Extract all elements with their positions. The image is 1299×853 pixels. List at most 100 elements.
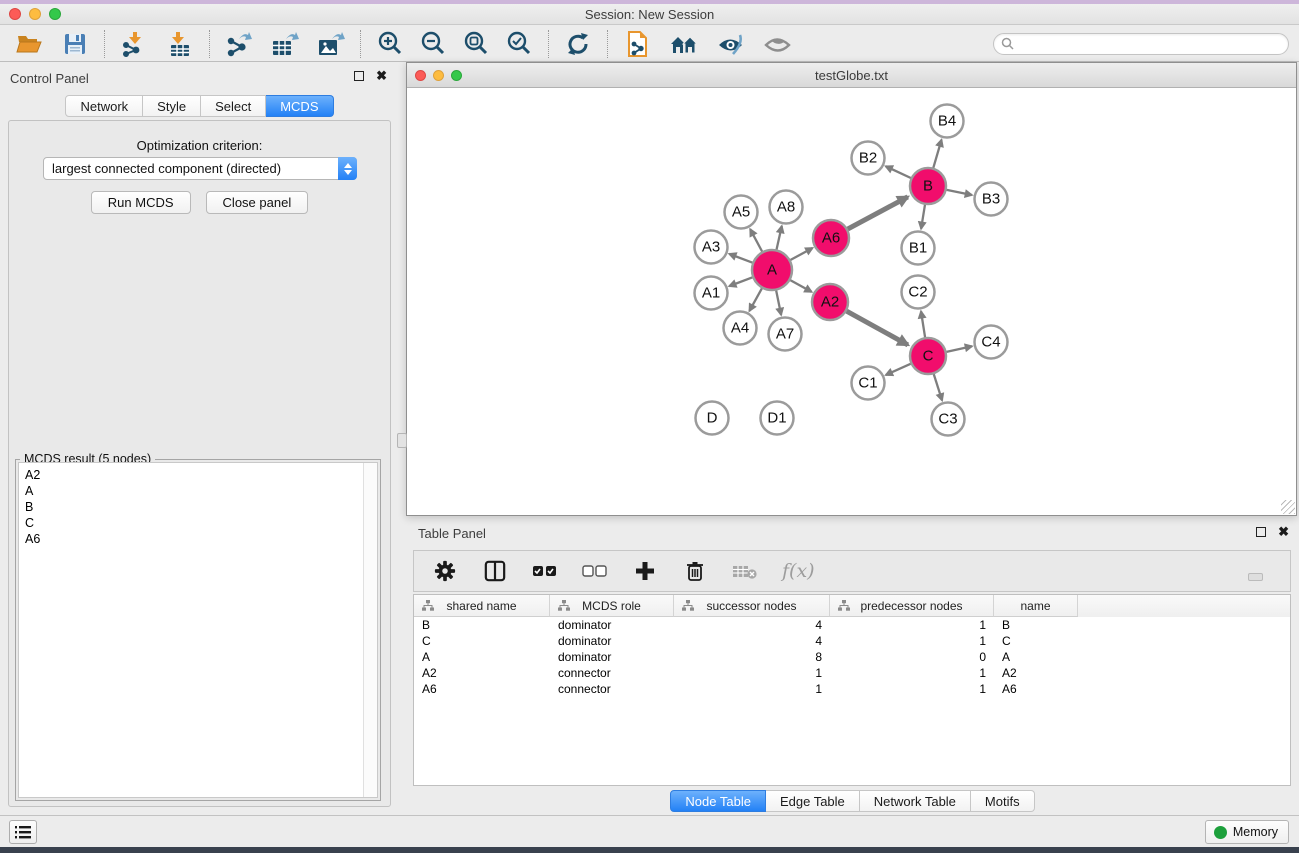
network-window-titlebar[interactable]: testGlobe.txt [407,63,1296,88]
graph-node-B2[interactable]: B2 [852,142,885,175]
search-field[interactable] [993,33,1289,55]
table-settings-gear-icon[interactable] [432,558,458,584]
table-row[interactable]: B dominator 4 1 B [414,617,1290,633]
horizontal-splitter-handle[interactable] [1248,573,1263,581]
graph-node-A3[interactable]: A3 [695,231,728,264]
graph-node-A7[interactable]: A7 [769,318,802,351]
graph-edge-C-C4[interactable] [944,346,972,352]
graph-edge-A-A6[interactable] [788,248,813,261]
vertical-splitter-handle[interactable] [397,433,407,448]
graph-node-C4[interactable]: C4 [975,326,1008,359]
export-table-icon[interactable] [270,29,300,59]
graph-node-A2[interactable]: A2 [812,284,848,320]
select-all-icon[interactable] [532,558,558,584]
show-columns-icon[interactable] [482,558,508,584]
graph-node-C1[interactable]: C1 [852,367,885,400]
float-table-panel-icon[interactable] [1256,527,1266,537]
graph-edge-A-A4[interactable] [749,286,763,311]
tab-node-table[interactable]: Node Table [670,790,766,812]
mcds-result-item[interactable]: A [25,483,363,499]
tab-motifs[interactable]: Motifs [971,790,1035,812]
mcds-result-item[interactable]: A6 [25,531,363,547]
delete-column-icon[interactable] [682,558,708,584]
table-row[interactable]: A dominator 8 0 A [414,649,1290,665]
graph-node-C2[interactable]: C2 [902,276,935,309]
graph-edge-B-B1[interactable] [921,202,925,229]
graph-node-A8[interactable]: A8 [770,191,803,224]
graph-edge-C-C2[interactable] [921,311,926,340]
run-mcds-button[interactable]: Run MCDS [91,191,191,214]
graph-edge-B-B3[interactable] [944,189,972,195]
table-row[interactable]: C dominator 4 1 C [414,633,1290,649]
import-table-icon[interactable] [165,29,195,59]
search-input[interactable] [1018,37,1288,51]
add-column-icon[interactable] [632,558,658,584]
graph-edge-A-A8[interactable] [776,226,782,252]
show-all-icon[interactable] [763,29,793,59]
graph-edge-B-B2[interactable] [886,166,914,179]
open-session-icon[interactable] [14,29,44,59]
optimization-criterion-select[interactable]: largest connected component (directed) [43,157,357,180]
close-panel-icon[interactable]: ✖ [376,71,387,81]
column-header-successor-nodes[interactable]: successor nodes [674,595,830,617]
close-table-panel-icon[interactable]: ✖ [1278,527,1289,537]
network-canvas[interactable]: B4 B2 B B3 A5 A8 A6 A3 B1 A A1 C2 A2 A4 A7 C4 C C1 C3 D D1 [407,89,1296,515]
task-history-button[interactable] [9,820,37,844]
column-header-predecessor-nodes[interactable]: predecessor nodes [830,595,994,617]
list-scrollbar[interactable] [363,463,377,797]
table-row[interactable]: A6 connector 1 1 A6 [414,681,1290,697]
graph-node-A6[interactable]: A6 [813,220,849,256]
tab-network[interactable]: Network [65,95,143,117]
memory-button[interactable]: Memory [1205,820,1289,844]
graph-node-C3[interactable]: C3 [932,403,965,436]
column-header-name[interactable]: name [994,595,1078,617]
graph-edge-A6-B[interactable] [845,197,908,231]
graph-edge-A-A2[interactable] [788,279,812,292]
table-row[interactable]: A2 connector 1 1 A2 [414,665,1290,681]
graph-node-B4[interactable]: B4 [931,105,964,138]
network-file-icon[interactable] [622,29,652,59]
graph-node-D1[interactable]: D1 [761,402,794,435]
graph-node-A1[interactable]: A1 [695,277,728,310]
graph-edge-A2-C[interactable] [844,310,908,345]
import-network-icon[interactable] [119,29,149,59]
graph-node-B[interactable]: B [910,168,946,204]
hide-selected-icon[interactable] [716,29,746,59]
tab-edge-table[interactable]: Edge Table [766,790,860,812]
graph-edge-C-C3[interactable] [933,371,942,400]
first-neighbors-icon[interactable] [669,29,699,59]
column-header-mcds-role[interactable]: MCDS role [550,595,674,617]
graph-edge-C-C1[interactable] [886,363,914,375]
zoom-selected-icon[interactable] [504,29,534,59]
graph-node-A5[interactable]: A5 [725,196,758,229]
graph-edge-B-B4[interactable] [932,140,941,171]
graph-node-B3[interactable]: B3 [975,183,1008,216]
save-session-icon[interactable] [60,29,90,59]
column-header-shared-name[interactable]: shared name [414,595,550,617]
tab-select[interactable]: Select [201,95,266,117]
graph-edge-A-A5[interactable] [750,229,763,254]
mcds-result-item[interactable]: B [25,499,363,515]
graph-node-B1[interactable]: B1 [902,232,935,265]
graph-node-A[interactable]: A [752,250,792,290]
float-panel-icon[interactable] [354,71,364,81]
graph-node-A4[interactable]: A4 [724,312,757,345]
zoom-fit-icon[interactable] [461,29,491,59]
tab-mcds[interactable]: MCDS [266,95,333,117]
mcds-result-item[interactable]: C [25,515,363,531]
graph-node-D[interactable]: D [696,402,729,435]
graph-edge-A-A7[interactable] [776,288,782,315]
tab-style[interactable]: Style [143,95,201,117]
apply-layout-icon[interactable] [563,29,593,59]
zoom-out-icon[interactable] [418,29,448,59]
close-panel-button[interactable]: Close panel [206,191,309,214]
graph-edge-A-A3[interactable] [729,254,755,264]
deselect-all-icon[interactable] [582,558,608,584]
window-resize-grip[interactable] [1281,500,1295,514]
graph-edge-A-A1[interactable] [729,276,755,286]
tab-network-table[interactable]: Network Table [860,790,971,812]
export-network-icon[interactable] [224,29,254,59]
graph-node-C[interactable]: C [910,338,946,374]
zoom-in-icon[interactable] [375,29,405,59]
mcds-result-item[interactable]: A2 [25,467,363,483]
